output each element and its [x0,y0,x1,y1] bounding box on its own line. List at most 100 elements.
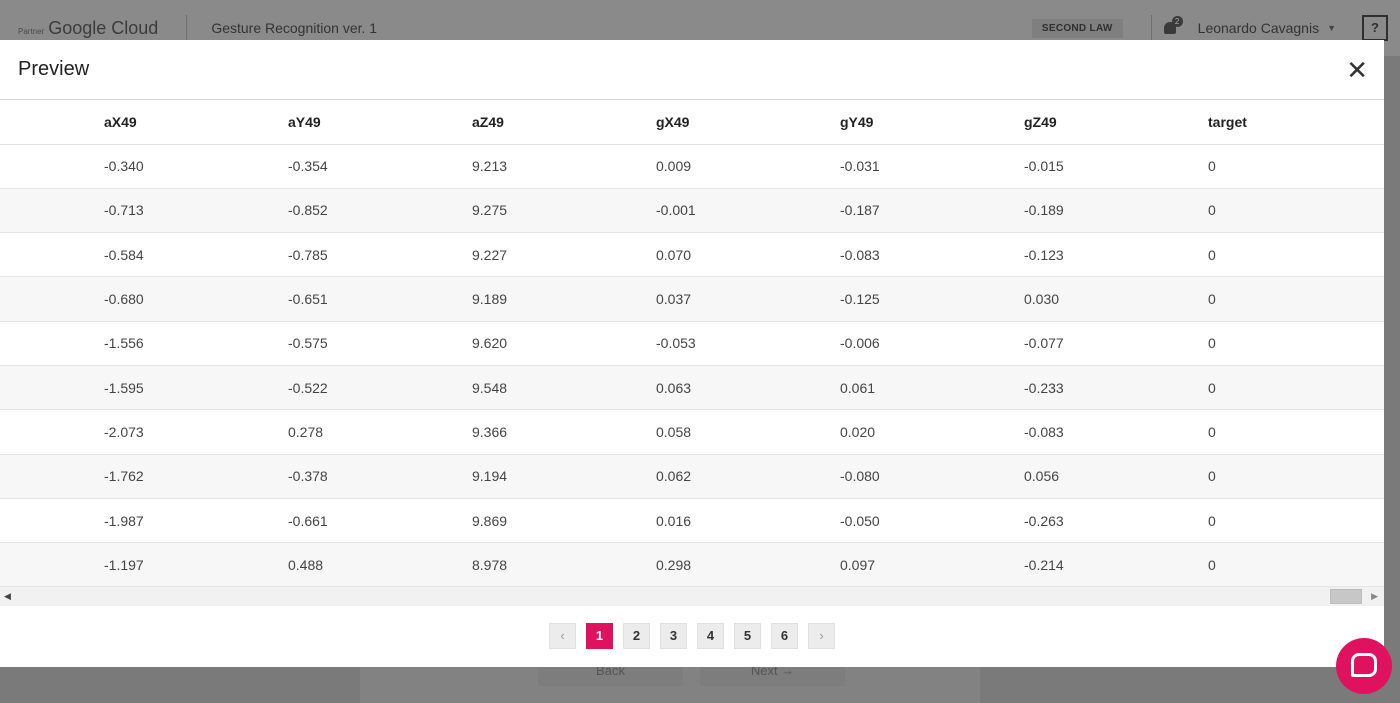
table-cell: -1.197 [104,542,288,586]
table-row: -0.340 -0.354 9.213 0.009 -0.031 -0.015 0 [0,144,1384,189]
modal-header: Preview ✕ [0,40,1384,100]
table-cell: 0.009 [656,144,840,189]
table-cell: 0 [1208,188,1384,234]
page-button-6[interactable]: 6 [771,623,798,649]
table-cell: 0.037 [656,276,840,322]
notification-bell-icon[interactable]: 2 [1162,16,1190,38]
table-row: -0.713 -0.852 9.275 -0.001 -0.187 -0.189 0 [0,188,1384,234]
table-cell: -0.125 [840,276,1024,322]
table-cell: 9.275 [472,188,656,234]
close-icon[interactable]: ✕ [1346,57,1368,83]
table-header-row: aX49 aY49 aZ49 gX49 gY49 gZ49 target [0,100,1384,145]
chevron-down-icon: ▼ [1327,23,1336,33]
table-cell: -0.584 [104,232,288,278]
table-cell: 9.620 [472,321,656,366]
table-cell: -0.050 [840,498,1024,544]
table-cell: -2.073 [104,409,288,455]
page-button-5[interactable]: 5 [734,623,761,649]
prev-page-icon[interactable]: ‹ [549,623,576,649]
table-cell: -0.015 [1024,144,1208,189]
org-badge[interactable]: SECOND LAW [1031,18,1123,38]
column-header-az49: aZ49 [472,100,656,145]
user-name: Leonardo Cavagnis [1197,20,1320,36]
table-cell: -0.522 [288,365,472,411]
modal-title: Preview [18,58,90,80]
page-button-4[interactable]: 4 [697,623,724,649]
table-cell: 8.978 [472,542,656,586]
user-menu[interactable]: Leonardo Cavagnis ▼ [1198,20,1336,36]
header-divider [1150,15,1152,41]
table-row: -0.584 -0.785 9.227 0.070 -0.083 -0.123 0 [0,232,1384,278]
table-row: -1.987 -0.661 9.869 0.016 -0.050 -0.263 0 [0,498,1384,544]
table-cell: -0.661 [288,498,472,544]
table-cell: 0.061 [840,365,1024,411]
table-cell: -0.651 [288,276,472,322]
partner-label: Partner [18,26,45,36]
table-cell: -0.785 [288,232,472,278]
table-cell: -0.053 [656,321,840,366]
table-cell [0,188,104,234]
table-cell: -0.123 [1024,232,1208,278]
table-cell [0,321,104,366]
table-cell: -0.680 [104,276,288,322]
table-cell: -0.852 [288,188,472,234]
table-cell: 0 [1208,321,1384,366]
table-cell: -0.214 [1024,542,1208,586]
table-cell: 0.016 [656,498,840,544]
table-cell: 0 [1208,409,1384,455]
next-page-icon[interactable]: › [808,623,835,649]
table-cell: 0.488 [288,542,472,586]
page-button-1[interactable]: 1 [586,623,613,649]
table-cell: 0 [1208,542,1384,586]
notification-count-badge: 2 [1171,16,1183,27]
table-cell: -0.001 [656,188,840,234]
table-cell: 0.058 [656,409,840,455]
table-cell: -1.556 [104,321,288,366]
table-cell [0,144,104,189]
column-header-gy49: gY49 [840,100,1024,145]
table-cell: -1.762 [104,454,288,499]
pagination: ‹ 1 2 3 4 5 6 › [0,623,1384,649]
column-header-gz49: gZ49 [1024,100,1208,145]
preview-modal: Preview ✕ aX49 aY49 aZ49 gX49 gY49 gZ49 target… [0,40,1384,667]
table-cell [0,542,104,586]
column-header-ax49: aX49 [104,100,288,145]
table-cell: 0 [1208,232,1384,278]
table-row: -1.556 -0.575 9.620 -0.053 -0.006 -0.077 0 [0,321,1384,366]
table-cell: -0.340 [104,144,288,189]
scrollbar-thumb[interactable] [1330,589,1362,604]
table-cell: 0 [1208,276,1384,322]
column-header-target: target [1208,100,1384,145]
table-cell: 9.869 [472,498,656,544]
table-cell: -0.080 [840,454,1024,499]
table-cell: -0.378 [288,454,472,499]
table-cell: 9.366 [472,409,656,455]
table-cell: 0.070 [656,232,840,278]
table-cell: -0.083 [1024,409,1208,455]
table-cell: 0 [1208,454,1384,499]
page-button-3[interactable]: 3 [660,623,687,649]
table-cell: -0.187 [840,188,1024,234]
table-row: -0.680 -0.651 9.189 0.037 -0.125 0.030 0 [0,276,1384,322]
chat-button[interactable] [1336,638,1392,694]
table-cell: 9.227 [472,232,656,278]
column-header-ay49: aY49 [288,100,472,145]
table-cell: 9.548 [472,365,656,411]
preview-table-container[interactable]: aX49 aY49 aZ49 gX49 gY49 gZ49 target -0.340 -0.… [0,100,1384,586]
table-row: -1.197 0.488 8.978 0.298 0.097 -0.214 0 [0,542,1384,586]
table-row: -2.073 0.278 9.366 0.058 0.020 -0.083 0 [0,409,1384,455]
table-row: -1.595 -0.522 9.548 0.063 0.061 -0.233 0 [0,365,1384,411]
project-name[interactable]: Gesture Recognition ver. 1 [211,20,377,36]
page-button-2[interactable]: 2 [623,623,650,649]
horizontal-scrollbar[interactable]: ◀ ▶ [0,586,1384,606]
help-button[interactable]: ? [1362,15,1388,41]
scroll-left-icon[interactable]: ◀ [4,591,11,602]
table-cell: -0.263 [1024,498,1208,544]
table-cell: -0.006 [840,321,1024,366]
table-cell: 0.298 [656,542,840,586]
table-cell: -0.354 [288,144,472,189]
table-cell: -0.083 [840,232,1024,278]
table-cell: 9.213 [472,144,656,189]
scroll-right-icon[interactable]: ▶ [1371,591,1378,602]
table-body: -0.340 -0.354 9.213 0.009 -0.031 -0.015 0 -0.71… [0,144,1384,586]
